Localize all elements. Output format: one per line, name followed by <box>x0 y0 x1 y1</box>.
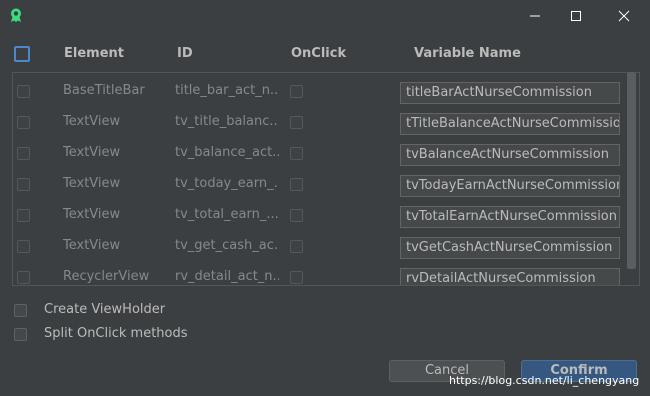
row-select-checkbox[interactable] <box>17 116 30 129</box>
id-cell: tv_title_balanc... <box>175 114 279 129</box>
minimize-icon <box>530 15 540 17</box>
android-plugin-icon <box>8 7 24 23</box>
variable-name-input[interactable]: tTitleBalanceActNurseCommission <box>400 113 620 135</box>
onclick-checkbox[interactable] <box>290 147 303 160</box>
variable-name-input[interactable]: tvBalanceActNurseCommission <box>400 144 620 166</box>
row-select-checkbox[interactable] <box>17 209 30 222</box>
onclick-checkbox[interactable] <box>290 271 303 284</box>
minimize-button[interactable] <box>512 0 558 32</box>
row-select-checkbox[interactable] <box>17 240 30 253</box>
element-cell: TextView <box>63 207 121 222</box>
id-cell: tv_today_earn_... <box>175 176 279 191</box>
column-header-element: Element <box>64 46 124 61</box>
watermark-text: https://blog.csdn.net/li_chengyang <box>449 374 640 387</box>
variable-name-input[interactable]: titleBarActNurseCommission <box>400 82 620 104</box>
table-row: TextView tv_today_earn_... tvTodayEarnAc… <box>13 168 627 199</box>
element-cell: BaseTitleBar <box>63 83 145 98</box>
element-cell: TextView <box>63 176 121 191</box>
select-all-checkbox[interactable] <box>14 46 30 62</box>
maximize-icon <box>571 11 581 21</box>
onclick-checkbox[interactable] <box>290 240 303 253</box>
column-header-onclick: OnClick <box>291 46 347 61</box>
create-viewholder-checkbox[interactable] <box>14 304 27 317</box>
title-bar <box>0 0 650 32</box>
id-cell: tv_get_cash_ac... <box>175 238 279 253</box>
element-cell: TextView <box>63 238 121 253</box>
element-cell: RecyclerView <box>63 269 150 284</box>
id-cell: rv_detail_act_n... <box>175 269 279 284</box>
table-scrollbar[interactable] <box>627 72 636 269</box>
create-viewholder-label: Create ViewHolder <box>44 302 166 317</box>
onclick-checkbox[interactable] <box>290 209 303 222</box>
element-cell: TextView <box>63 145 121 160</box>
row-select-checkbox[interactable] <box>17 147 30 160</box>
variable-name-input[interactable]: tvGetCashActNurseCommission <box>400 237 620 259</box>
row-select-checkbox[interactable] <box>17 271 30 284</box>
onclick-checkbox[interactable] <box>290 178 303 191</box>
maximize-button[interactable] <box>553 0 599 32</box>
id-cell: tv_total_earn_... <box>175 207 279 222</box>
element-cell: TextView <box>63 114 121 129</box>
table-row: TextView tv_total_earn_... tvTotalEarnAc… <box>13 199 627 230</box>
row-select-checkbox[interactable] <box>17 85 30 98</box>
table-row: TextView tv_get_cash_ac... tvGetCashActN… <box>13 230 627 261</box>
variable-name-input[interactable]: tvTotalEarnActNurseCommission <box>400 206 620 228</box>
table-row: RecyclerView rv_detail_act_n... rvDetail… <box>13 261 627 285</box>
variable-name-input[interactable]: tvTodayEarnActNurseCommission <box>400 175 620 197</box>
id-cell: title_bar_act_n... <box>175 83 279 98</box>
column-header-variable-name: Variable Name <box>414 46 521 61</box>
variable-name-input[interactable]: rvDetailActNurseCommission <box>400 268 620 285</box>
split-onclick-label: Split OnClick methods <box>44 326 188 341</box>
onclick-checkbox[interactable] <box>290 116 303 129</box>
close-icon <box>618 10 630 22</box>
split-onclick-checkbox[interactable] <box>14 328 27 341</box>
table-row: TextView tv_balance_act... tvBalanceActN… <box>13 137 627 168</box>
close-button[interactable] <box>601 0 647 32</box>
column-header-id: ID <box>177 46 193 61</box>
id-cell: tv_balance_act... <box>175 145 279 160</box>
row-select-checkbox[interactable] <box>17 178 30 191</box>
elements-table: BaseTitleBar title_bar_act_n... titleBar… <box>12 72 640 286</box>
table-row: TextView tv_title_balanc... tTitleBalanc… <box>13 106 627 137</box>
onclick-checkbox[interactable] <box>290 85 303 98</box>
table-row: BaseTitleBar title_bar_act_n... titleBar… <box>13 75 627 106</box>
